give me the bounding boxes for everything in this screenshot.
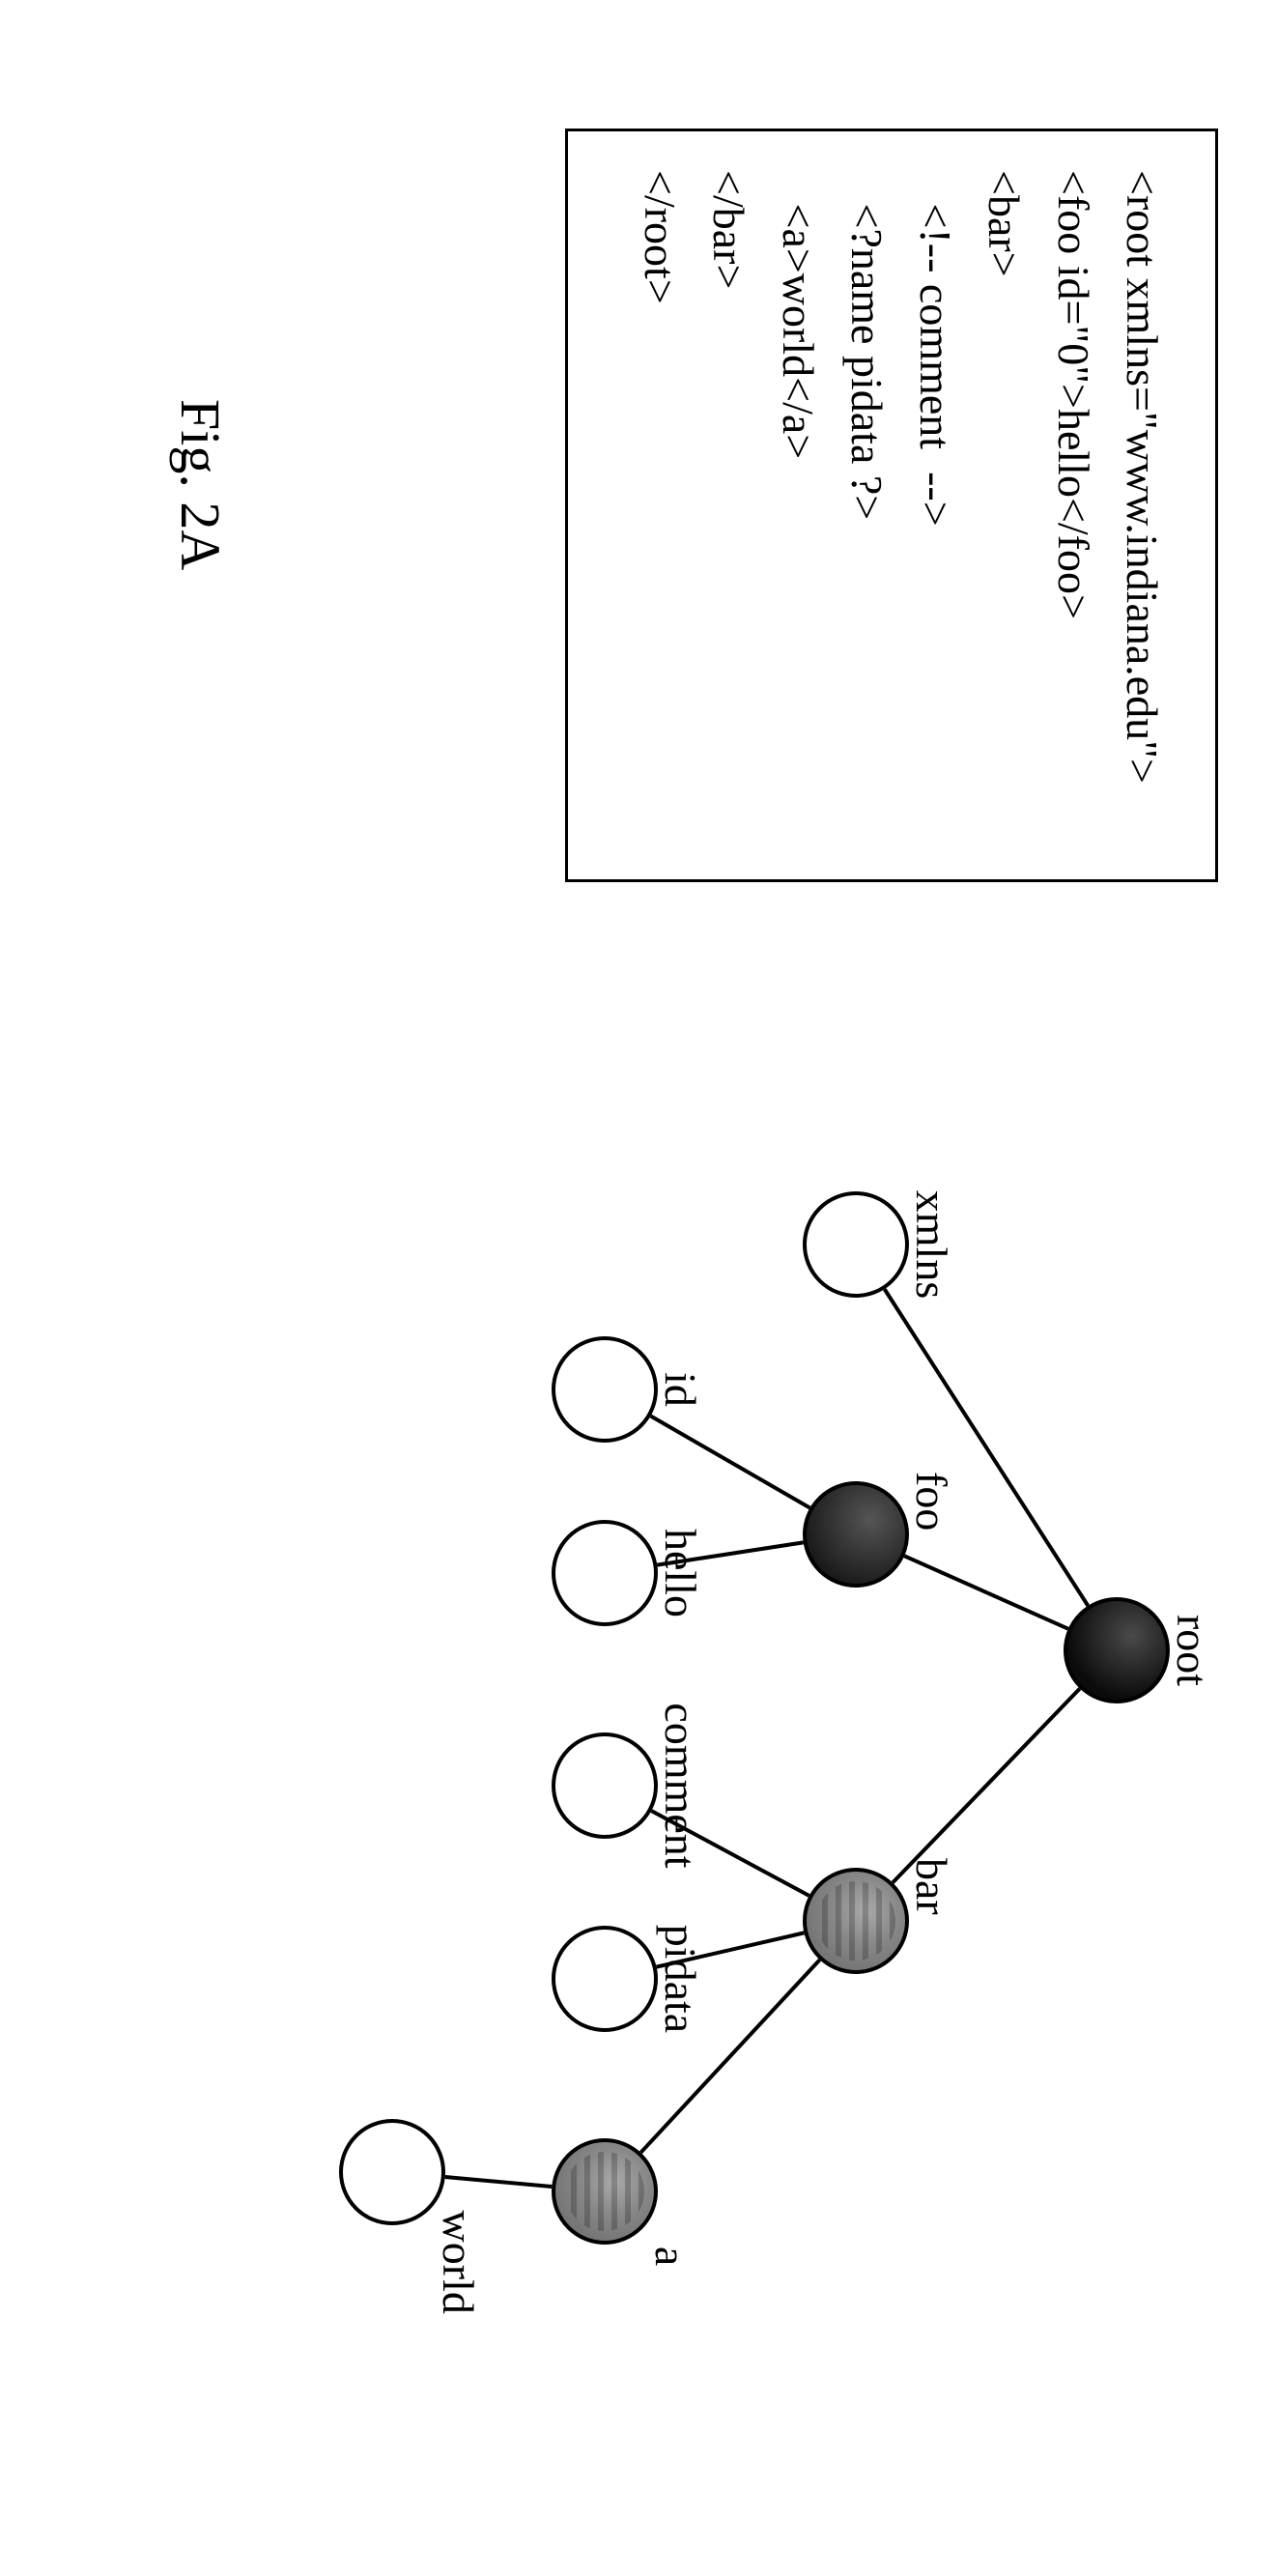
tree-node-foo [803, 1481, 909, 1588]
tree-label-root: root [1167, 1615, 1218, 1686]
tree-node-id [552, 1336, 658, 1443]
tree-label-a: a [645, 2247, 696, 2266]
tree-node-bar [803, 1868, 909, 1974]
content-row: <root xmlns="www.indiana.edu"> <foo id="… [349, 129, 1218, 2447]
tree-diagram: root xmlns foo bar id hello comment pidata a worl… [349, 959, 1218, 2361]
tree-label-hello: hello [655, 1529, 706, 1617]
tree-node-pidata [552, 1926, 658, 2032]
tree-node-a [552, 2138, 658, 2245]
tree-label-foo: foo [906, 1472, 957, 1531]
tree-label-xmlns: xmlns [906, 1190, 957, 1299]
tree-label-comment: comment [655, 1703, 706, 1868]
tree-node-root [1064, 1597, 1170, 1703]
tree-node-comment [552, 1732, 658, 1839]
page-rotated-container: <root xmlns="www.indiana.edu"> <foo id="… [59, 129, 1218, 2447]
tree-node-hello [552, 1520, 658, 1626]
tree-label-pidata: pidata [655, 1925, 706, 2033]
xml-code-box: <root xmlns="www.indiana.edu"> <foo id="… [565, 129, 1218, 882]
tree-label-id: id [655, 1372, 706, 1407]
tree-label-world: world [433, 2211, 484, 2314]
tree-node-xmlns [803, 1191, 909, 1298]
tree-node-world [339, 2119, 445, 2225]
tree-label-bar: bar [906, 1858, 957, 1915]
figure-caption: Fig. 2A [168, 129, 233, 2447]
